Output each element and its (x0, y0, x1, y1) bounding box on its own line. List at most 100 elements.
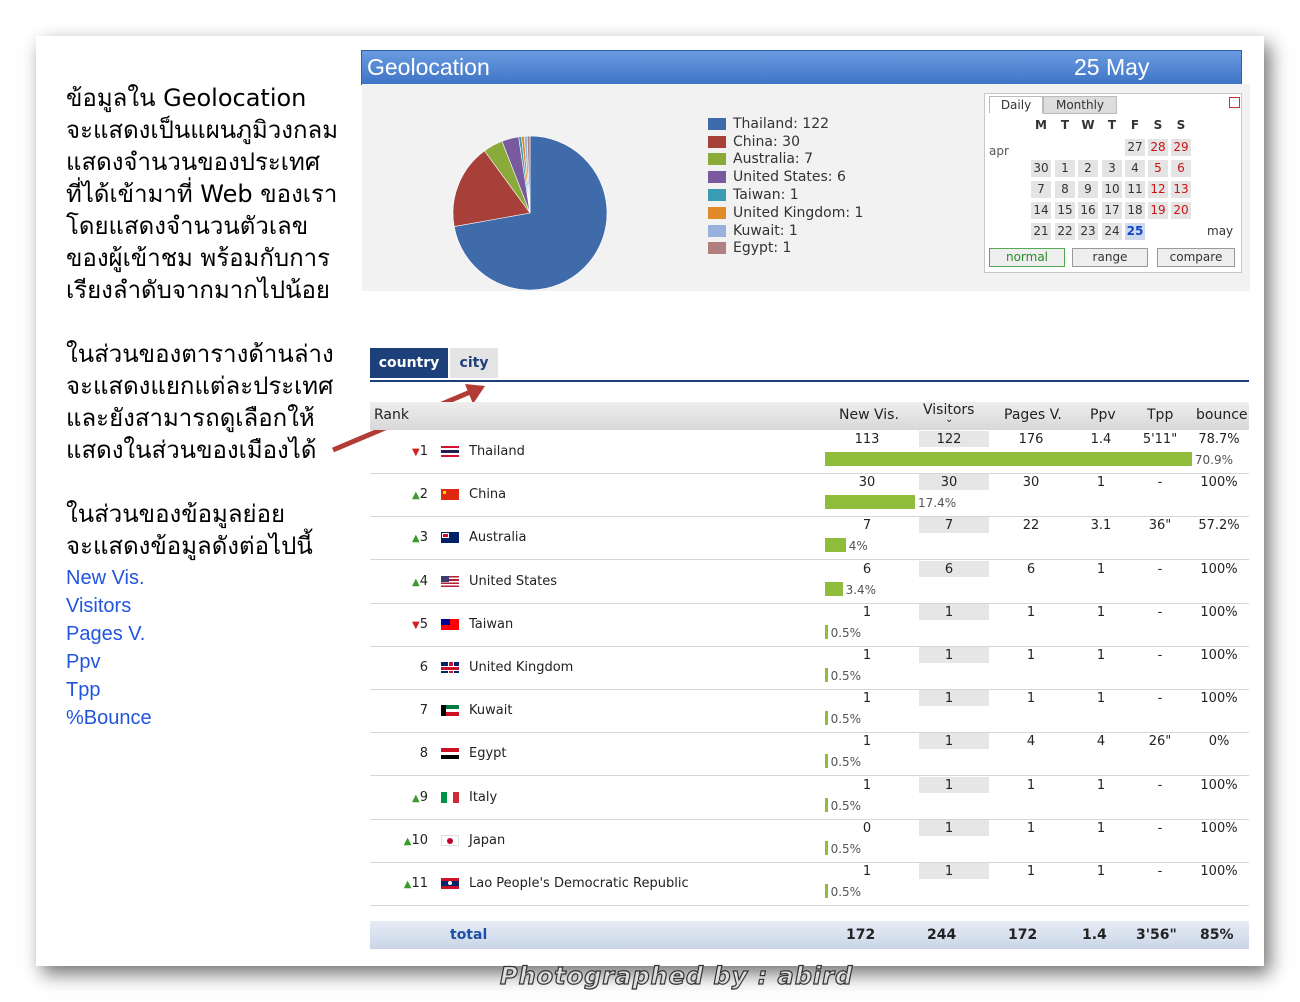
trend-down-icon: ▼ (412, 447, 420, 458)
calendar-day[interactable]: 30 (1031, 160, 1051, 177)
calendar-icon[interactable] (1229, 97, 1240, 108)
calendar-day-header: S (1153, 118, 1163, 132)
rank-cell: ▲10 (398, 833, 428, 848)
table-row[interactable]: ▲4 United States 6 6 6 1 - 100% 3.4% (370, 560, 1249, 604)
legend-item: Thailand: 122 (708, 115, 863, 133)
description-line: ที่ได้เข้ามาที่ Web ของเรา (66, 180, 338, 208)
country-name[interactable]: Egypt (469, 746, 507, 761)
tpp-cell: - (1157, 475, 1163, 491)
country-name[interactable]: Japan (469, 833, 505, 848)
country-name[interactable]: Australia (469, 530, 527, 545)
calendar-day[interactable]: 15 (1055, 202, 1075, 219)
watermark: Photographed by : abird (499, 961, 854, 990)
table-row[interactable]: ▲10 Japan 0 1 1 1 - 100% 0.5% (370, 819, 1249, 863)
calendar-day[interactable]: 5 (1148, 160, 1168, 177)
rank-cell: ▲9 (398, 790, 428, 805)
tab-monthly[interactable]: Monthly (1043, 96, 1117, 114)
tpp-cell: - (1157, 648, 1163, 663)
country-name[interactable]: Kuwait (469, 703, 512, 718)
calendar-day[interactable]: 12 (1148, 181, 1168, 198)
country-name[interactable]: United States (469, 574, 557, 589)
calendar-day[interactable]: 25 (1125, 223, 1145, 240)
calendar-day[interactable]: 7 (1031, 181, 1051, 198)
country-name[interactable]: China (469, 487, 506, 502)
prev-month-label[interactable]: apr (989, 144, 1009, 158)
metric-item: Tpp (66, 679, 101, 701)
calendar-day-header: F (1130, 118, 1140, 132)
description-line: ในส่วนของข้อมูลย่อย (66, 500, 286, 528)
calendar-day[interactable]: 2 (1078, 160, 1098, 177)
calendar-day[interactable]: 14 (1031, 202, 1051, 219)
country-name[interactable]: Italy (469, 790, 497, 805)
calendar-day[interactable]: 9 (1078, 181, 1098, 198)
calendar-day[interactable]: 24 (1102, 223, 1122, 240)
country-flag-icon (441, 705, 459, 717)
total-pages: 172 (1008, 927, 1038, 943)
calendar-day[interactable]: 13 (1171, 181, 1191, 198)
country-name[interactable]: Taiwan (469, 617, 513, 632)
table-row[interactable]: ▲3 Australia 7 7 22 3.1 36" 57.2% 4% (370, 516, 1249, 561)
calendar-day[interactable]: 18 (1125, 202, 1145, 219)
calendar-day[interactable]: 10 (1102, 181, 1122, 198)
table-row[interactable]: ▲9 Italy 1 1 1 1 - 100% 0.5% (370, 776, 1249, 820)
tab-daily[interactable]: Daily (989, 96, 1043, 113)
trend-up-icon: ▲ (412, 490, 420, 502)
description-line: จะแสดงเป็นแผนภูมิวงกลม (66, 116, 339, 144)
total-newvis: 172 (846, 927, 876, 943)
country-name[interactable]: Thailand (469, 444, 525, 459)
calendar-day[interactable]: 20 (1171, 202, 1191, 219)
header-bounce[interactable]: bounce (1196, 407, 1248, 423)
newvis-cell: 1 (862, 648, 872, 663)
header-ppv[interactable]: Ppv (1090, 407, 1116, 423)
header-rank[interactable]: Rank (374, 407, 409, 423)
calendar-day[interactable]: 28 (1148, 139, 1168, 156)
calendar-day[interactable]: 8 (1055, 181, 1075, 198)
calendar-day[interactable]: 27 (1125, 139, 1145, 156)
table-row[interactable]: ▲2 China 30 30 30 1 - 100% 17.4% (370, 473, 1249, 518)
table-row[interactable]: 6 United Kingdom 1 1 1 1 - 100% 0.5% (370, 646, 1249, 690)
rank-value: 5 (419, 616, 428, 632)
header-pages[interactable]: Pages V. (1004, 407, 1062, 423)
sort-chevron-icon[interactable]: ⌄ (945, 414, 953, 425)
calendar-day[interactable]: 1 (1055, 160, 1075, 177)
description-line: เรียงลำดับจากมากไปน้อย (66, 276, 330, 304)
header-new-vis[interactable]: New Vis. (839, 407, 899, 423)
calendar-day[interactable]: 21 (1031, 223, 1051, 240)
country-name[interactable]: Lao People's Democratic Republic (469, 876, 689, 891)
table-row[interactable]: ▼5 Taiwan 1 1 1 1 - 100% 0.5% (370, 603, 1249, 647)
table-row[interactable]: 8 Egypt 1 1 4 4 26" 0% 0.5% (370, 732, 1249, 777)
calendar-day[interactable]: 17 (1102, 202, 1122, 219)
next-month-label[interactable]: may (1207, 224, 1233, 238)
compare-button[interactable]: compare (1157, 248, 1235, 267)
table-row[interactable]: ▲11 Lao People's Democratic Republic 1 1 1 1-… (370, 862, 1249, 906)
header-tpp[interactable]: Tpp (1147, 407, 1173, 423)
country-flag-icon (441, 618, 459, 630)
bounce-cell: 100% (1200, 691, 1238, 707)
newvis-cell: 30 (858, 475, 876, 491)
table-footer: total 172 244 172 1.4 3'56" 85% (370, 921, 1249, 949)
range-button[interactable]: range (1072, 248, 1148, 267)
calendar-day-header: W (1081, 118, 1095, 132)
newvis-cell: 1 (862, 864, 872, 879)
calendar-day[interactable]: 11 (1125, 181, 1145, 198)
ppv-cell: 1 (1096, 777, 1106, 793)
calendar-day[interactable]: 19 (1148, 202, 1168, 219)
tab-country[interactable]: country (370, 348, 448, 378)
calendar-day[interactable]: 22 (1055, 223, 1075, 240)
calendar-day[interactable]: 6 (1171, 160, 1191, 177)
tab-city[interactable]: city (450, 348, 498, 378)
table-row[interactable]: ▼1 Thailand 113 122 176 1.4 5'11" 78.7% 70.9% (370, 430, 1249, 474)
bounce-cell: 78.7% (1198, 432, 1240, 447)
calendar-day-header: M (1035, 118, 1047, 132)
calendar-day[interactable]: 16 (1078, 202, 1098, 219)
pages-cell: 176 (1018, 432, 1044, 447)
calendar-day[interactable]: 29 (1171, 139, 1191, 156)
normal-button[interactable]: normal (989, 248, 1065, 267)
calendar-day[interactable]: 23 (1078, 223, 1098, 240)
calendar-day[interactable]: 4 (1125, 160, 1145, 177)
description-line: โดยแสดงจำนวนตัวเลข (66, 212, 309, 240)
country-flag-icon (441, 446, 459, 457)
calendar-day[interactable]: 3 (1102, 160, 1122, 177)
country-name[interactable]: United Kingdom (469, 660, 573, 675)
table-row[interactable]: 7 Kuwait 1 1 1 1 - 100% 0.5% (370, 689, 1249, 734)
